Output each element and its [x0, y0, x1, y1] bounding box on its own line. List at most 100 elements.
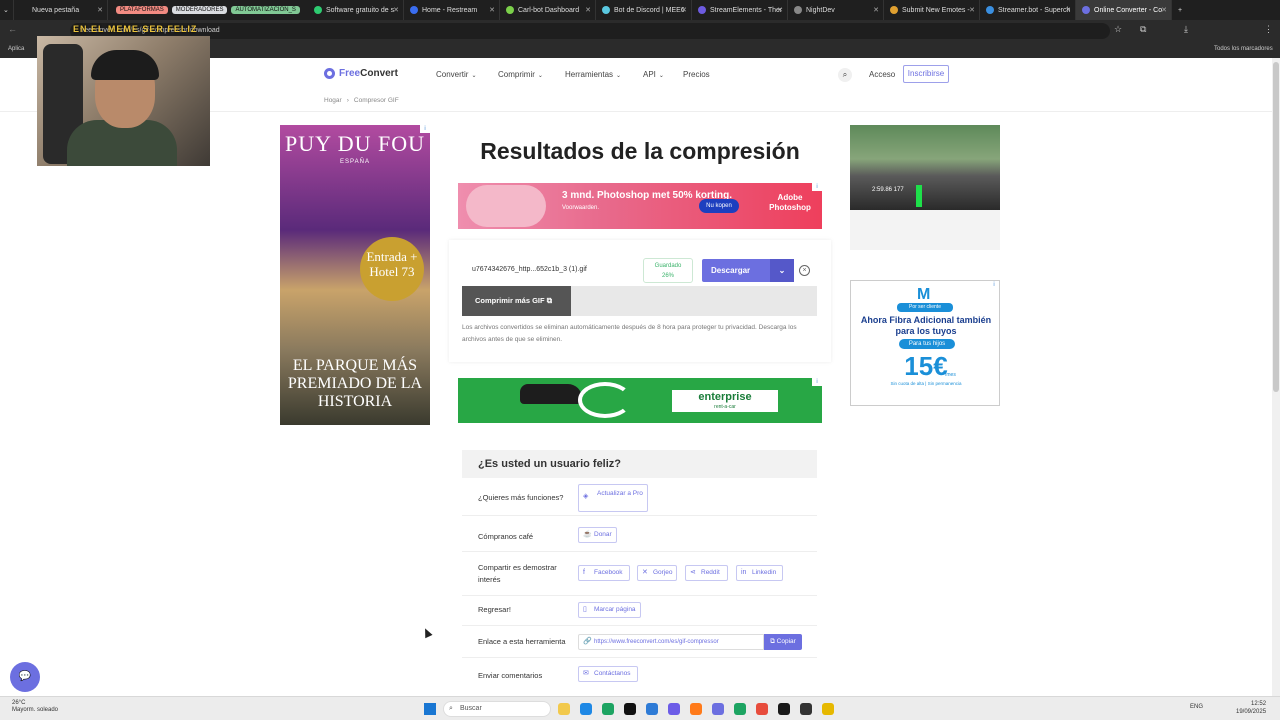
ad-buy-button[interactable]: Nu kopen — [699, 199, 739, 213]
star-icon[interactable]: ☆ — [1114, 24, 1122, 35]
tab-nightdev[interactable]: NightDev ✕ — [788, 0, 884, 20]
breadcrumb-home[interactable]: Hogar — [324, 97, 342, 104]
ad-info-icon[interactable]: i — [812, 183, 822, 191]
taskbar-search[interactable]: ⌕ Buscar — [443, 701, 551, 717]
download-button[interactable]: Descargar ⌄ — [702, 259, 794, 282]
browser-tab-bar: ⌄ Nueva pestaña ✕ PLATAFORMAS MODERADORES… — [0, 0, 1280, 20]
new-tab-button[interactable]: + — [1172, 0, 1192, 20]
tab-restream[interactable]: Home - Restream ✕ — [404, 0, 500, 20]
tab-favicon — [20, 6, 28, 14]
nav-comprimir[interactable]: Comprimir ⌄ — [498, 70, 543, 79]
close-icon[interactable]: ✕ — [873, 6, 879, 14]
reddit-button[interactable]: ⋖ Reddit — [685, 565, 728, 581]
back-icon[interactable]: ← — [8, 24, 17, 34]
system-clock[interactable]: 12:52 19/09/2025 — [1236, 700, 1266, 716]
ad-info-icon[interactable]: i — [420, 125, 430, 133]
tab-group-plataformas[interactable]: PLATAFORMAS — [116, 6, 168, 14]
tab-nueva-pestana[interactable]: Nueva pestaña ✕ — [14, 0, 108, 20]
deletion-note: Los archivos convertidos se eliminan aut… — [462, 324, 797, 343]
ad-info-icon[interactable]: i — [989, 281, 999, 289]
search-icon[interactable]: ⌕ — [838, 68, 852, 82]
ad-video-racing[interactable]: 2:59.86 177 — [850, 125, 1000, 210]
close-icon[interactable]: ✕ — [489, 6, 495, 14]
signup-button[interactable]: Inscribirse — [903, 65, 949, 83]
tab-mee6[interactable]: Bot de Discord | MEE6 ✕ — [596, 0, 692, 20]
taskbar-app-icon[interactable] — [580, 703, 592, 715]
linkedin-label: Linkedin — [752, 569, 777, 576]
bookmark-button[interactable]: ▯ Marcar página — [578, 602, 641, 618]
compress-more-button[interactable]: Comprimir más GIF ⧉ — [462, 286, 571, 316]
scrollbar-thumb[interactable] — [1273, 62, 1279, 392]
ad-photoshop[interactable]: 3 mnd. Photoshop met 50% korting. Voorwaa… — [458, 183, 822, 229]
tab-software[interactable]: Software gratuito de s ✕ — [308, 0, 404, 20]
tab-carlbot[interactable]: Carl-bot Dashboard ✕ — [500, 0, 596, 20]
close-icon[interactable]: ✕ — [1065, 6, 1071, 14]
mouse-cursor — [421, 626, 433, 639]
taskbar-app-icon[interactable] — [602, 703, 614, 715]
close-icon[interactable]: ✕ — [969, 6, 975, 14]
apps-bookmark[interactable]: Aplica — [8, 46, 24, 52]
twitter-label: Gorjeo — [653, 569, 673, 576]
tool-link-field[interactable]: 🔗 https://www.freeconvert.com/es/gif-comp… — [578, 634, 764, 650]
taskbar-app-icon[interactable] — [646, 703, 658, 715]
freeconvert-logo[interactable]: Free Convert — [324, 68, 398, 79]
tab-streamelements[interactable]: StreamElements - Ther ✕ — [692, 0, 788, 20]
tab-streamerbot[interactable]: Streamer.bot - Superch ✕ — [980, 0, 1076, 20]
taskbar-app-icon[interactable] — [558, 703, 570, 715]
facebook-button[interactable]: f Facebook — [578, 565, 630, 581]
nav-label: Convertir — [436, 70, 469, 79]
taskbar-app-icon[interactable] — [624, 703, 636, 715]
linkedin-button[interactable]: in Linkedin — [736, 565, 783, 581]
tab-group-moderadores[interactable]: MODERADORES — [171, 6, 228, 14]
windows-start-icon[interactable] — [424, 703, 436, 715]
taskbar-app-icon[interactable] — [778, 703, 790, 715]
chat-icon[interactable]: 💬 — [10, 662, 40, 692]
ad-puydufou[interactable]: PUY DU FOU ESPAÑA Entrada + Hotel 73 EL … — [280, 125, 430, 425]
url-input[interactable]: freeconvert.com/es/gif-compressor/downlo… — [70, 23, 1110, 39]
twitter-button[interactable]: ✕ Gorjeo — [637, 565, 677, 581]
nav-precios[interactable]: Precios — [683, 70, 710, 79]
close-icon[interactable]: ✕ — [681, 6, 687, 14]
all-bookmarks[interactable]: Todos los marcadores — [1214, 46, 1273, 52]
taskbar-app-icon[interactable] — [690, 703, 702, 715]
taskbar-app-icon[interactable] — [712, 703, 724, 715]
ad-movistar[interactable]: M Por ser cliente Ahora Fibra Adicional … — [850, 280, 1000, 406]
close-icon[interactable]: × — [799, 265, 810, 276]
tab-favicon — [410, 6, 418, 14]
contact-button[interactable]: ✉ Contáctanos — [578, 666, 638, 682]
nav-herramientas[interactable]: Herramientas ⌄ — [565, 70, 621, 79]
nav-api[interactable]: API ⌄ — [643, 70, 664, 79]
ad-info-icon[interactable]: i — [812, 378, 822, 386]
ad-enterprise[interactable]: enterprise rent-a-car i — [458, 378, 822, 423]
taskbar-app-icon[interactable] — [668, 703, 680, 715]
login-link[interactable]: Acceso — [869, 70, 895, 79]
taskbar-app-icon[interactable] — [800, 703, 812, 715]
weather-widget[interactable]: 26°C Mayorm. soleado — [12, 700, 58, 714]
tab-submit-emotes[interactable]: Submit New Emotes - ✕ — [884, 0, 980, 20]
close-icon[interactable]: ✕ — [393, 6, 399, 14]
donate-button[interactable]: ☕ Donar — [578, 527, 617, 543]
upgrade-pro-button[interactable]: ◈ Actualizar a Pro — [578, 484, 648, 512]
taskbar-app-icon[interactable] — [734, 703, 746, 715]
tab-group-automatizacion[interactable]: AUTOMATIZACION_S — [231, 6, 300, 14]
ad-hud-text: 2:59.86 177 — [872, 187, 904, 193]
taskbar-app-icon[interactable] — [756, 703, 768, 715]
tab-freeconvert-active[interactable]: Online Converter - Co ✕ — [1076, 0, 1172, 20]
tool-link-url: https://www.freeconvert.com/es/gif-compr… — [594, 639, 719, 645]
chevron-down-icon[interactable]: ⌄ — [770, 259, 794, 282]
close-icon[interactable]: ✕ — [97, 6, 103, 14]
extensions-icon[interactable]: ⧉ — [1140, 24, 1146, 35]
ad-brand: enterprise rent-a-car — [672, 390, 778, 412]
nav-convertir[interactable]: Convertir ⌄ — [436, 70, 476, 79]
ad-sub: ESPAÑA — [340, 159, 370, 165]
copy-button[interactable]: ⧉ Copiar — [764, 634, 802, 650]
language-indicator[interactable]: ENG — [1190, 704, 1203, 710]
close-icon[interactable]: ✕ — [777, 6, 783, 14]
menu-icon[interactable]: ⋮ — [1264, 24, 1273, 35]
webcam-person-cap — [91, 50, 159, 80]
close-icon[interactable]: ✕ — [1161, 6, 1167, 14]
close-icon[interactable]: ✕ — [585, 6, 591, 14]
downloads-icon[interactable]: ⤓ — [1184, 24, 1188, 35]
tab-list-button[interactable]: ⌄ — [0, 0, 14, 20]
taskbar-app-icon[interactable] — [822, 703, 834, 715]
